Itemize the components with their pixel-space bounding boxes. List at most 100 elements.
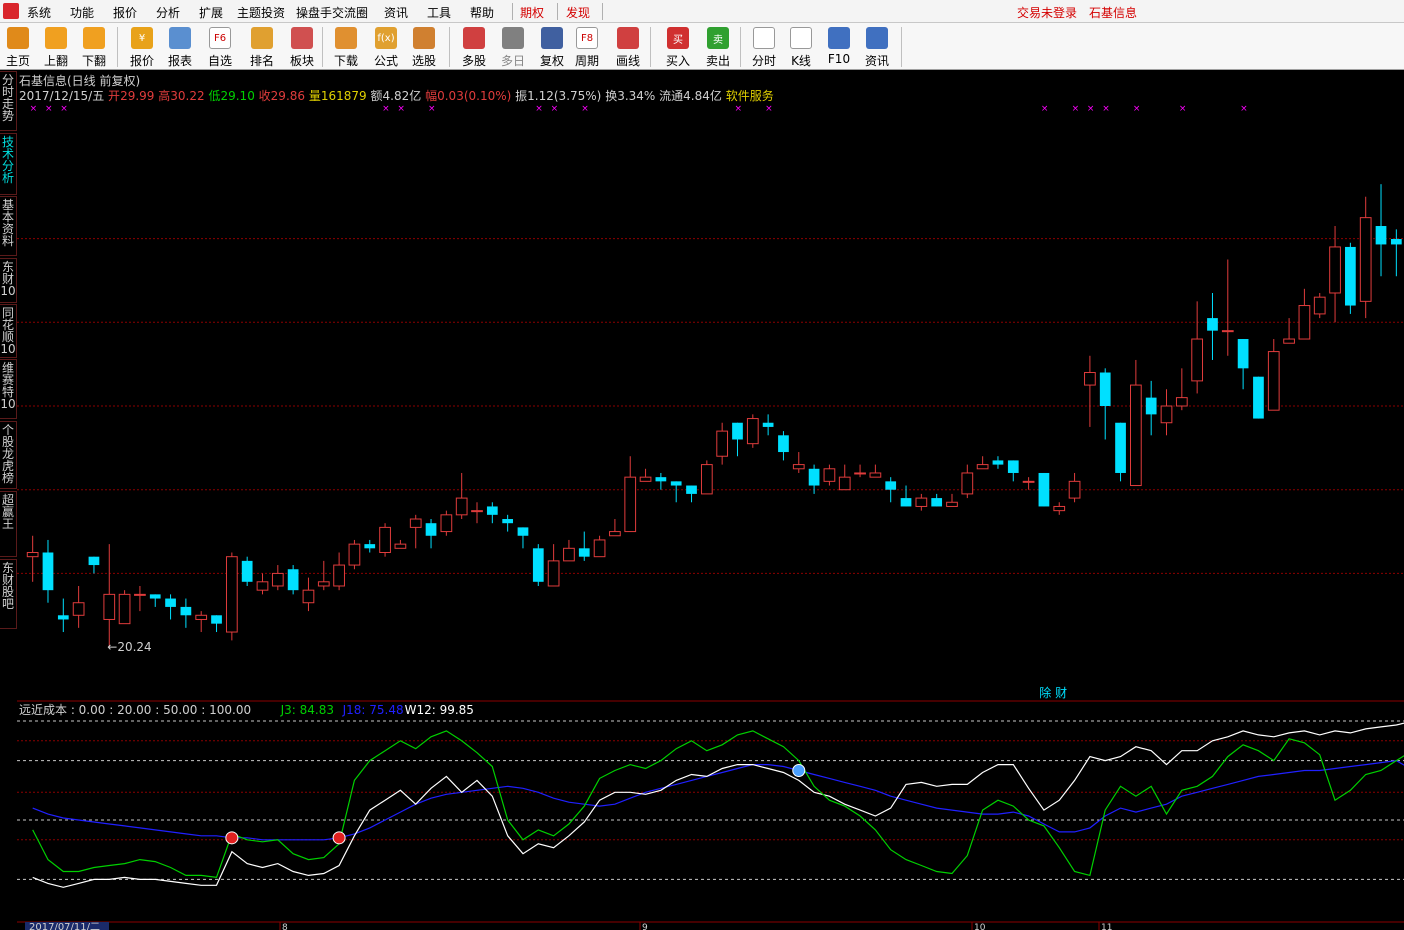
candle-down — [1207, 318, 1218, 331]
sidebar-tab-2[interactable]: 基本资料 — [0, 196, 17, 256]
x-mark-icon: × — [1240, 104, 1248, 114]
candle-up — [976, 464, 989, 470]
candle-down — [180, 606, 192, 616]
menu-extend[interactable]: 扩展 — [199, 4, 223, 21]
candle-up — [946, 501, 958, 507]
buy-signal-icon — [225, 831, 239, 845]
toolbar-button-f10[interactable]: F10 — [819, 25, 859, 69]
toolbar-button-sell[interactable]: 卖卖出 — [698, 25, 738, 69]
sidebar-tab-0[interactable]: 分时走势 — [0, 71, 17, 131]
menu-system[interactable]: 系统 — [27, 4, 51, 21]
candle-up — [915, 497, 928, 507]
menu-tools[interactable]: 工具 — [427, 4, 451, 21]
toolbar-button-draw-line[interactable]: 画线 — [608, 25, 648, 69]
menu-quote[interactable]: 报价 — [113, 4, 137, 21]
toolbar-button-ranking[interactable]: 排名 — [242, 25, 282, 69]
toolbar-button-adjust[interactable]: 复权 — [532, 25, 572, 69]
toolbar-button-label: 公式 — [373, 54, 398, 68]
toolbar-button-label: 分时 — [751, 54, 776, 68]
toolbar-button-label: F10 — [827, 52, 851, 66]
toolbar-button-home[interactable]: 主页 — [0, 25, 38, 69]
candle-up — [256, 581, 269, 591]
toolbar-button-label: 周期 — [574, 54, 599, 68]
sell-signal-icon — [792, 764, 806, 777]
candle-down — [778, 435, 789, 453]
candle-down — [211, 615, 222, 624]
menu-discover[interactable]: 发现 — [566, 4, 590, 21]
menu-theme-invest[interactable]: 主题投资 — [237, 4, 285, 21]
candle-down — [532, 548, 544, 582]
toolbar-button-label: 下翻 — [81, 54, 106, 68]
candle-up — [103, 593, 116, 620]
toolbar-button-arrow-down[interactable]: 下翻 — [74, 25, 114, 69]
menu-function[interactable]: 功能 — [70, 4, 94, 21]
candle-up — [1221, 330, 1234, 333]
candle-down — [1038, 472, 1050, 507]
candle-up — [1313, 296, 1326, 315]
toolbar-button-news[interactable]: 资讯 — [857, 25, 897, 69]
sidebar-tab-4[interactable]: 同花顺10 — [0, 304, 17, 358]
candle-up — [379, 526, 391, 553]
candle-down — [1007, 460, 1019, 473]
sidebar-tab-6[interactable]: 个股龙虎榜 — [0, 421, 17, 489]
candle-up — [348, 543, 361, 566]
toolbar-button-sector[interactable]: 板块 — [282, 25, 322, 69]
toolbar-button-kline[interactable]: K线 — [781, 25, 821, 69]
candle-up — [746, 418, 759, 445]
kline-chart[interactable]: × × × × × × × × × × × × × × × × × × ←20.24 除 财远近成本 : 0.00 :… — [17, 71, 1404, 930]
toolbar-button-label: 下载 — [333, 54, 358, 68]
toolbar-button-label: 画线 — [615, 54, 640, 68]
menu-options[interactable]: 期权 — [520, 4, 544, 21]
toolbar-button-arrow-up[interactable]: 上翻 — [36, 25, 76, 69]
sidebar-tab-1[interactable]: 技术分析 — [0, 133, 17, 195]
month-tick-label: 8 — [282, 923, 288, 930]
toolbar-button-buy[interactable]: 买买入 — [658, 25, 698, 69]
toolbar-button-multi-day[interactable]: 多日 — [493, 25, 533, 69]
candle-down — [1390, 238, 1402, 245]
x-mark-icon: × — [30, 104, 38, 114]
trade-login-status[interactable]: 交易未登录 — [1017, 4, 1077, 21]
sidebar-tab-8[interactable]: 东财股吧 — [0, 559, 17, 629]
sidebar-tab-5[interactable]: 维赛特10 — [0, 359, 17, 419]
f6-icon: F6 — [209, 27, 231, 49]
candle-up — [1068, 480, 1081, 499]
menu-bar: 系统 功能 报价 分析 扩展 主题投资 操盘手交流圈 资讯 工具 帮助 期权 发… — [0, 0, 1404, 23]
candle-up — [593, 539, 606, 558]
stock-name-top: 石基信息 — [1089, 6, 1138, 20]
toolbar-button-intraday[interactable]: 分时 — [744, 25, 784, 69]
toolbar-button-report[interactable]: 报表 — [160, 25, 200, 69]
candle-up — [869, 472, 882, 478]
candle-up — [1359, 217, 1372, 302]
menu-trader-forum[interactable]: 操盘手交流圈 — [296, 4, 368, 21]
x-mark-icon: × — [551, 104, 559, 114]
sidebar-tab-3[interactable]: 东财10 — [0, 258, 17, 303]
x-mark-icon: × — [428, 104, 436, 114]
menu-separator — [602, 3, 603, 20]
toolbar-button-f6[interactable]: F6 自选 — [200, 25, 240, 69]
sidebar-tab-7[interactable]: 超赢王 — [0, 491, 17, 557]
x-mark-icon: × — [765, 104, 773, 114]
date-axis-label: 2017/07/11/二 — [29, 922, 100, 930]
candle-up — [823, 468, 836, 482]
candle-up — [333, 564, 345, 587]
toolbar-button-f8[interactable]: F8 周期 — [567, 25, 607, 69]
candle-down — [1145, 397, 1157, 415]
j18-line — [32, 759, 1404, 841]
candle-up — [302, 589, 315, 604]
toolbar-button-multi-stock[interactable]: 多股 — [454, 25, 494, 69]
menu-news[interactable]: 资讯 — [384, 4, 408, 21]
toolbar-button-yen[interactable]: ¥ 报价 — [122, 25, 162, 69]
x-mark-icon: × — [382, 104, 390, 114]
menu-help[interactable]: 帮助 — [470, 4, 494, 21]
arrow-down-icon — [83, 27, 105, 49]
toolbar-button-stock-select[interactable]: 选股 — [404, 25, 444, 69]
candle-down — [1345, 246, 1356, 306]
x-mark-icon: × — [45, 104, 53, 114]
toolbar-button-download[interactable]: 下载 — [326, 25, 366, 69]
candle-up — [1283, 338, 1295, 344]
toolbar-button-formula[interactable]: f(x) 公式 — [366, 25, 406, 69]
candle-up — [409, 518, 422, 528]
toolbar-button-label: 卖出 — [705, 54, 730, 68]
candle-down — [502, 519, 514, 524]
menu-analysis[interactable]: 分析 — [156, 4, 180, 21]
